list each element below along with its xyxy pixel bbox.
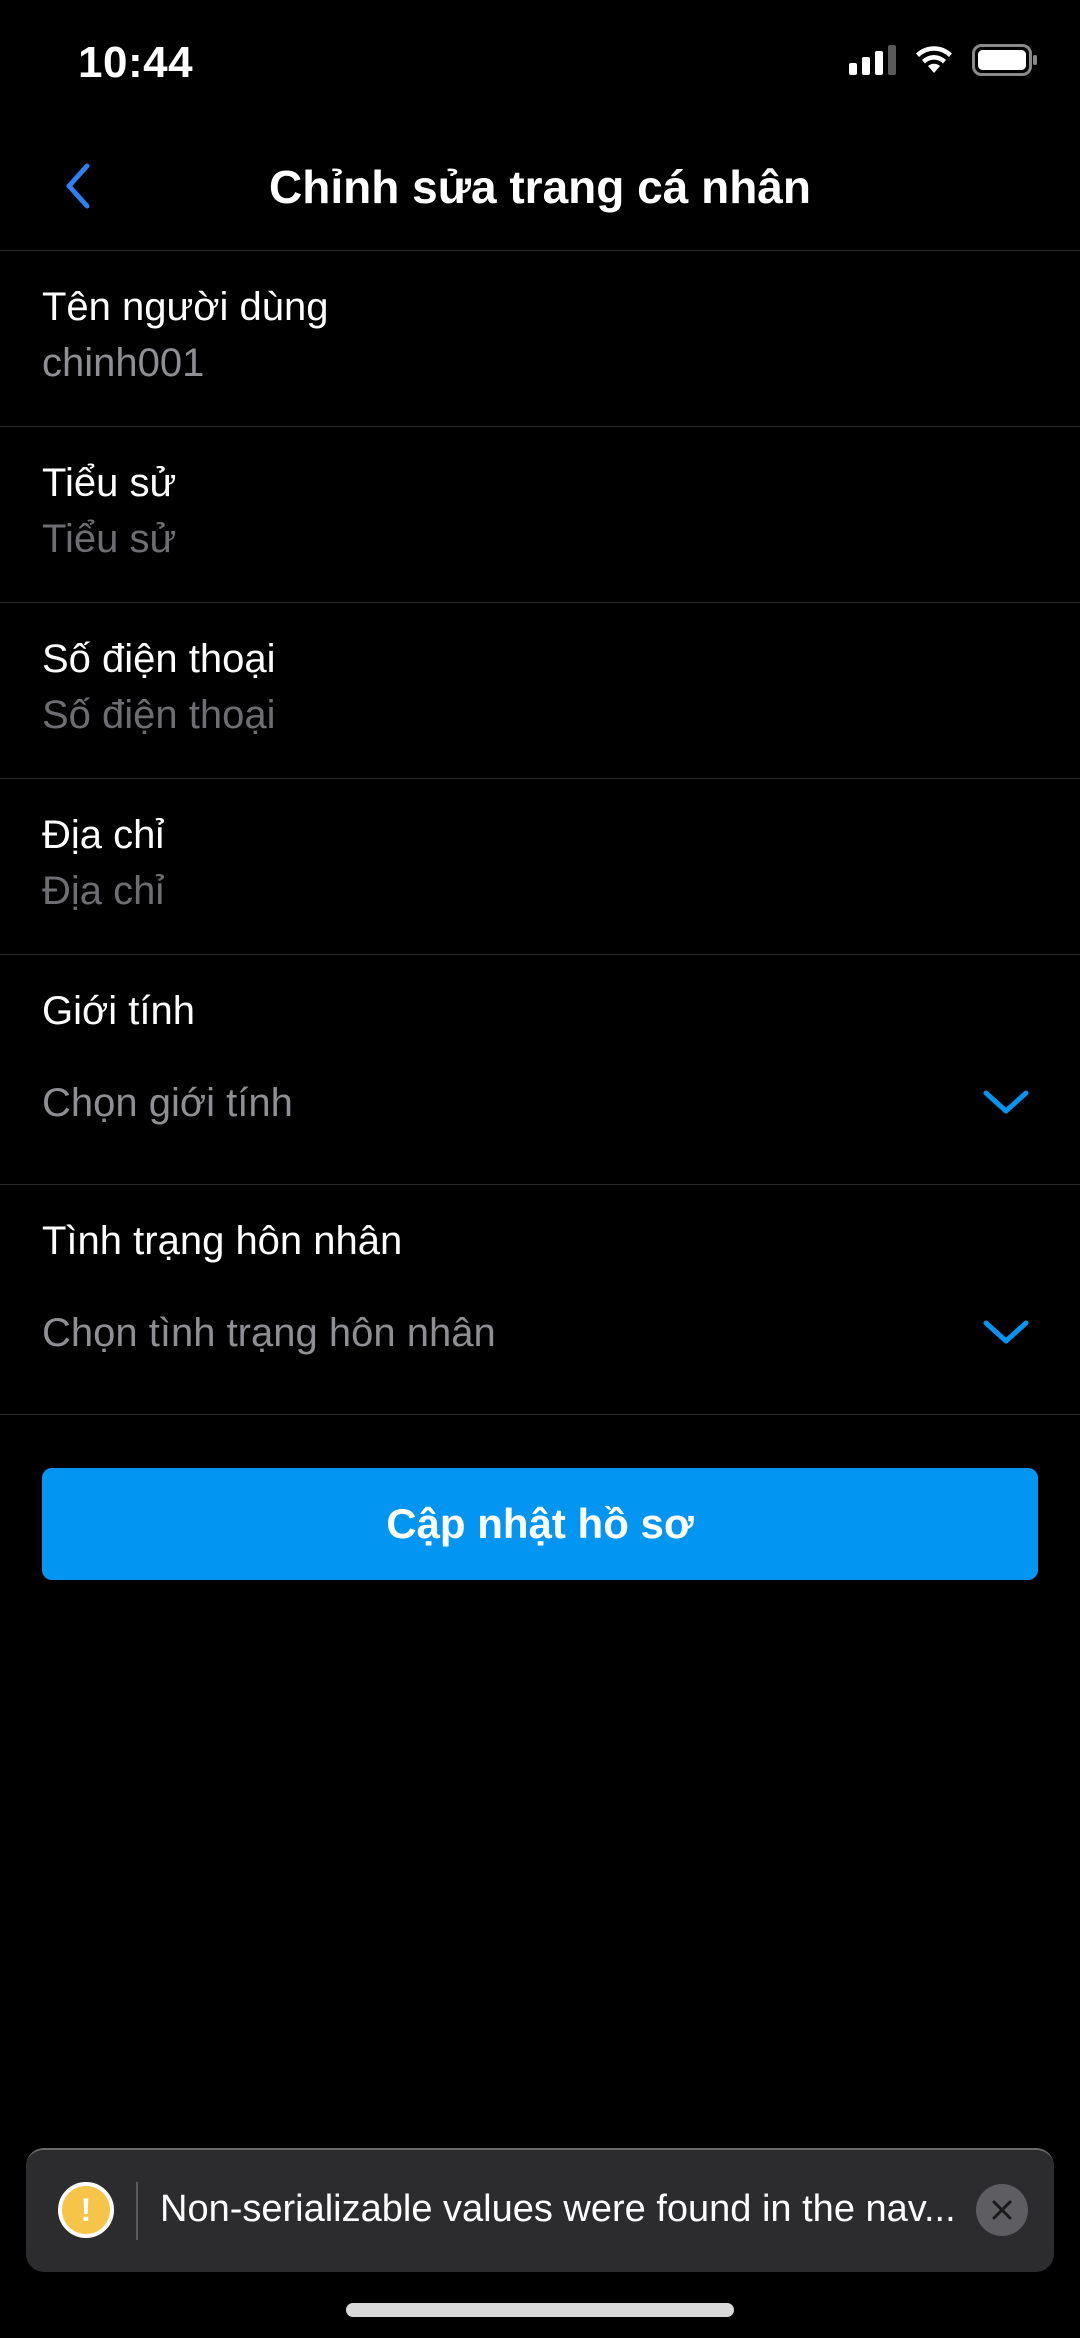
- page-title: Chỉnh sửa trang cá nhân: [269, 161, 811, 213]
- address-input[interactable]: [42, 869, 1002, 914]
- toast-message: Non-serializable values were found in th…: [160, 2188, 956, 2230]
- profile-form: Tên người dùng Tiểu sử Số điện thoại Địa…: [0, 251, 1080, 1415]
- phone-field: Số điện thoại: [0, 603, 1080, 779]
- gender-select[interactable]: Giới tính Chọn giới tính: [0, 955, 1080, 1185]
- marital-status-select-value: Chọn tình trạng hôn nhân: [42, 1311, 496, 1355]
- address-field: Địa chỉ: [0, 779, 1080, 955]
- chevron-down-icon: [983, 1090, 1029, 1114]
- marital-status-label: Tình trạng hôn nhân: [42, 1219, 403, 1263]
- signal-icon: [849, 45, 896, 75]
- gender-select-value: Chọn giới tính: [42, 1081, 293, 1125]
- status-icons: [849, 44, 1038, 76]
- warning-icon: !: [58, 2182, 114, 2238]
- marital-status-select[interactable]: Tình trạng hôn nhân Chọn tình trạng hôn …: [0, 1185, 1080, 1415]
- status-bar: 10:44: [0, 0, 1080, 130]
- close-icon: [992, 2200, 1012, 2220]
- username-input[interactable]: [42, 341, 1002, 386]
- nav-bar: Chỉnh sửa trang cá nhân: [0, 130, 1080, 251]
- warning-toast[interactable]: ! Non-serializable values were found in …: [26, 2148, 1054, 2272]
- bio-field: Tiểu sử: [0, 427, 1080, 603]
- battery-icon: [972, 44, 1037, 76]
- bio-label: Tiểu sử: [42, 461, 177, 505]
- bio-input[interactable]: [42, 517, 1002, 562]
- phone-input[interactable]: [42, 693, 1002, 738]
- toast-divider: [136, 2182, 138, 2240]
- phone-label: Số điện thoại: [42, 637, 276, 681]
- update-profile-button[interactable]: Cập nhật hồ sơ: [42, 1468, 1038, 1580]
- address-label: Địa chỉ: [42, 813, 165, 857]
- status-time: 10:44: [78, 38, 194, 87]
- username-field: Tên người dùng: [0, 251, 1080, 427]
- toast-close-button[interactable]: [976, 2184, 1028, 2236]
- home-indicator[interactable]: [346, 2303, 734, 2317]
- username-label: Tên người dùng: [42, 285, 329, 329]
- chevron-down-icon: [983, 1320, 1029, 1344]
- gender-label: Giới tính: [42, 989, 195, 1033]
- wifi-icon: [916, 46, 952, 73]
